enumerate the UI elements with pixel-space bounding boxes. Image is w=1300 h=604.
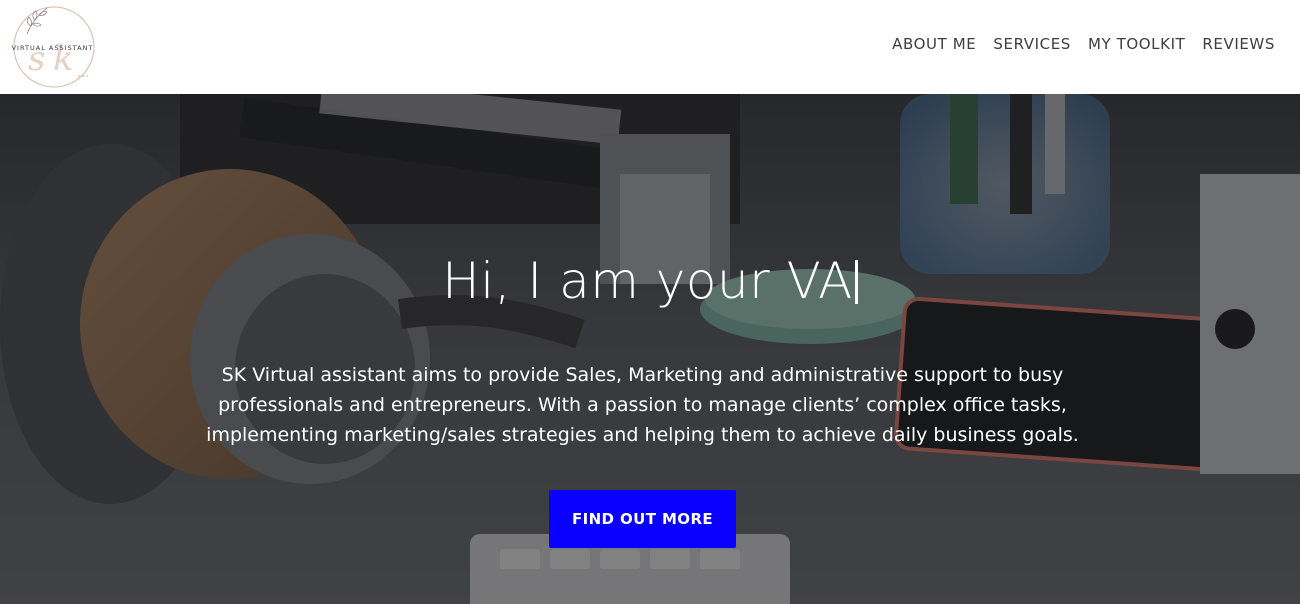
find-out-more-button[interactable]: FIND OUT MORE: [549, 490, 736, 548]
site-header: s k VIRTUAL ASSISTANT ABOUT ME SERVICES …: [0, 0, 1300, 94]
logo-text: VIRTUAL ASSISTANT: [11, 44, 94, 52]
hero-description: SK Virtual assistant aims to provide Sal…: [206, 364, 1079, 446]
site-logo[interactable]: s k VIRTUAL ASSISTANT: [5, 4, 100, 90]
hero-title-text: Hi, I am your VA: [442, 252, 853, 310]
typing-cursor: [854, 260, 858, 304]
main-nav: ABOUT ME SERVICES MY TOOLKIT REVIEWS: [892, 34, 1275, 54]
nav-item-services[interactable]: SERVICES: [993, 34, 1071, 54]
nav-item-about-me[interactable]: ABOUT ME: [892, 34, 976, 54]
hero-section: Hi, I am your VA SK Virtual assistant ai…: [0, 94, 1300, 604]
nav-item-my-toolkit[interactable]: MY TOOLKIT: [1088, 34, 1185, 54]
nav-item-reviews[interactable]: REVIEWS: [1202, 34, 1275, 54]
hero-title: Hi, I am your VA: [0, 251, 1300, 311]
